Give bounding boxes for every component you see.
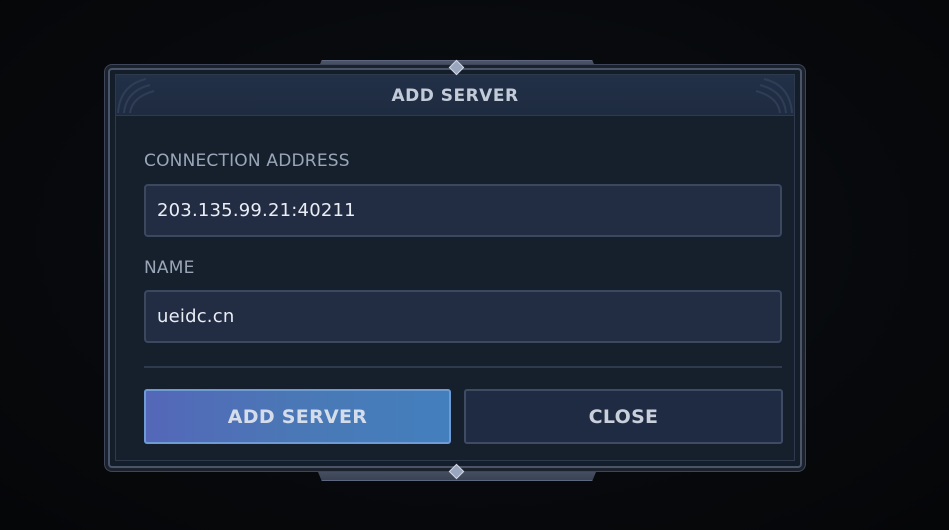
connection-address-label: CONNECTION ADDRESS: [144, 151, 350, 171]
name-value: ueidc.cn: [157, 306, 235, 327]
ornament-corner-icon: [117, 78, 155, 114]
add-server-dialog: ADD SERVER CONNECTION ADDRESS 203.135.99…: [108, 68, 802, 468]
dialog-body: ADD SERVER CONNECTION ADDRESS 203.135.99…: [115, 74, 795, 461]
dialog-title: ADD SERVER: [391, 86, 519, 106]
add-server-button[interactable]: ADD SERVER: [144, 389, 451, 444]
add-server-button-label: ADD SERVER: [227, 405, 368, 428]
close-button[interactable]: CLOSE: [464, 389, 783, 444]
name-label: NAME: [144, 258, 195, 278]
ornament-corner-icon: [755, 78, 793, 114]
divider: [144, 366, 782, 368]
connection-address-input[interactable]: 203.135.99.21:40211: [144, 184, 782, 237]
connection-address-value: 203.135.99.21:40211: [157, 200, 356, 221]
close-button-label: CLOSE: [588, 405, 659, 428]
dialog-titlebar: ADD SERVER: [116, 75, 794, 116]
name-input[interactable]: ueidc.cn: [144, 290, 782, 343]
